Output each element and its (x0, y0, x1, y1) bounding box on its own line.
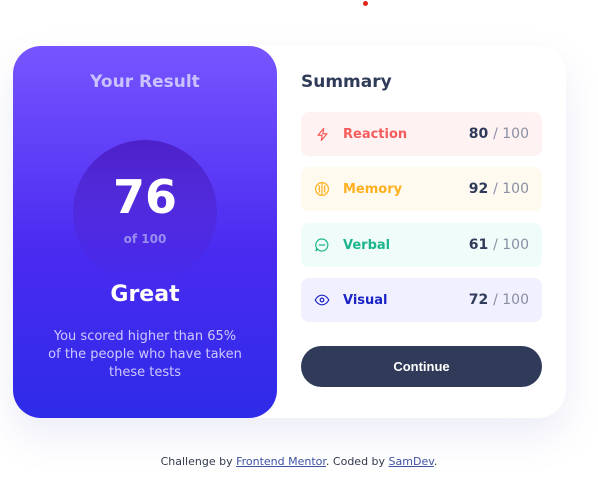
author-link[interactable]: SamDev (389, 455, 434, 468)
continue-button[interactable]: Continue (301, 346, 542, 387)
summary-item-score: 80 / 100 (468, 126, 529, 142)
result-panel: Your Result 76 of 100 Great You scored h… (13, 46, 277, 418)
lightning-icon (314, 126, 330, 142)
summary-item-label: Visual (343, 292, 388, 308)
summary-item-score: 92 / 100 (468, 181, 529, 197)
summary-item-label: Memory (343, 181, 403, 197)
result-title: Your Result (90, 72, 200, 92)
footer-text: Challenge by (160, 455, 237, 468)
summary-item-label: Reaction (343, 126, 408, 142)
score-max-label: of 100 (123, 232, 167, 246)
notification-dot (363, 1, 368, 6)
summary-item-verbal: Verbal 61 / 100 (301, 223, 542, 267)
score-circle: 76 of 100 (73, 140, 217, 284)
summary-item-memory: Memory 92 / 100 (301, 167, 542, 211)
summary-item-reaction: Reaction 80 / 100 (301, 112, 542, 156)
footer-text: . Coded by (325, 455, 389, 468)
summary-item-label: Verbal (343, 237, 391, 253)
brain-icon (314, 181, 330, 197)
summary-title: Summary (301, 72, 392, 92)
frontend-mentor-link[interactable]: Frontend Mentor (236, 455, 326, 468)
summary-item-score: 61 / 100 (468, 237, 529, 253)
footer-text: . (433, 455, 438, 468)
summary-item-visual: Visual 72 / 100 (301, 278, 542, 322)
rating-label: Great (110, 282, 180, 307)
chat-icon (314, 237, 330, 253)
summary-item-score: 72 / 100 (468, 292, 529, 308)
attribution-footer: Challenge by Frontend Mentor. Coded by S… (0, 455, 598, 468)
score-value: 76 (112, 170, 177, 224)
eye-icon (314, 292, 330, 308)
result-description: You scored higher than 65% of the people… (48, 329, 242, 380)
